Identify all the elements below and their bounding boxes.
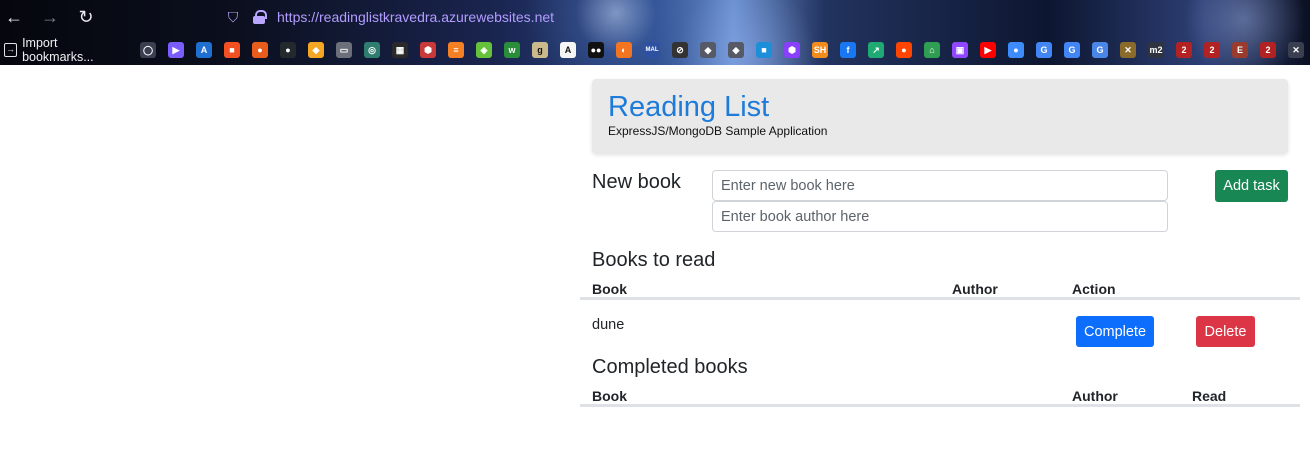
green-cube-icon[interactable]: ◈ <box>476 42 492 58</box>
translate-icon[interactable]: G <box>1092 42 1108 58</box>
google-icon[interactable]: G <box>1036 42 1052 58</box>
two-icon-b[interactable]: 2 <box>1204 42 1220 58</box>
github-icon[interactable]: ● <box>280 42 296 58</box>
bookmarks-bar: → Import bookmarks... ◯ ▶ A ■ ● ● ◆ ▭ ◎ ▦ ⬢ ≡ ◈ w g A ●●… <box>0 36 1310 64</box>
pixel-icon[interactable]: ▦ <box>392 42 408 58</box>
books-to-read-title: Books to read <box>592 249 716 271</box>
import-bookmarks[interactable]: → Import bookmarks... <box>4 36 124 64</box>
google2-icon[interactable]: G <box>1064 42 1080 58</box>
forward-icon[interactable]: → <box>40 7 60 27</box>
red-hex-icon[interactable]: ⬢ <box>420 42 436 58</box>
lock-icon[interactable] <box>253 10 267 24</box>
completed-header-divider <box>580 404 1300 407</box>
url-text[interactable]: https://readinglistkravedra.azurewebsite… <box>277 9 554 25</box>
microsoft-icon[interactable]: ■ <box>224 42 240 58</box>
completed-books-title: Completed books <box>592 356 748 378</box>
header-jumbotron: Reading List ExpressJS/MongoDB Sample Ap… <box>592 79 1288 153</box>
sh-icon[interactable]: SH <box>812 42 828 58</box>
book-title-cell: dune <box>592 317 625 333</box>
page-subtitle: ExpressJS/MongoDB Sample Application <box>608 124 828 138</box>
address-bar[interactable]: ⛉ https://readinglistkravedra.azurewebsi… <box>225 4 625 30</box>
twitch-icon[interactable]: ▣ <box>952 42 968 58</box>
ubisoft-icon[interactable]: ◆ <box>308 42 324 58</box>
goodreads-icon[interactable]: g <box>532 42 548 58</box>
circle-slash-icon[interactable]: ⊘ <box>672 42 688 58</box>
ff2-icon[interactable]: m2 <box>1148 42 1164 58</box>
table-header-divider <box>580 297 1300 300</box>
purple-shield-icon[interactable]: ⬢ <box>784 42 800 58</box>
delete-button[interactable]: Delete <box>1196 316 1255 347</box>
col-book: Book <box>592 281 627 297</box>
medium-icon[interactable]: ●● <box>588 42 604 58</box>
window-icon[interactable]: ▭ <box>336 42 352 58</box>
import-icon: → <box>4 43 18 57</box>
back-icon[interactable]: ← <box>4 7 24 27</box>
new-book-label: New book <box>592 171 681 193</box>
jetbrains-icon[interactable]: ■ <box>756 42 772 58</box>
crunchyroll-icon[interactable]: ◐ <box>616 42 632 58</box>
col-completed-read: Read <box>1192 388 1227 404</box>
page-title: Reading List <box>608 91 770 123</box>
book-title-input[interactable] <box>712 170 1168 201</box>
crossed-icon[interactable]: ✕ <box>1288 42 1304 58</box>
tracking-shield-icon[interactable]: ⛉ <box>225 9 241 25</box>
bing-icon[interactable]: ▶ <box>168 42 184 58</box>
col-author: Author <box>952 281 998 297</box>
cube-grey2-icon[interactable]: ◆ <box>728 42 744 58</box>
archive-icon[interactable]: A <box>560 42 576 58</box>
openai-icon[interactable]: ◎ <box>364 42 380 58</box>
complete-button[interactable]: Complete <box>1076 316 1154 347</box>
azure-icon[interactable]: A <box>196 42 212 58</box>
add-task-button[interactable]: Add task <box>1215 170 1288 202</box>
globe-icon[interactable]: ◯ <box>140 42 156 58</box>
youtube-icon[interactable]: ▶ <box>980 42 996 58</box>
e-icon[interactable]: E <box>1232 42 1248 58</box>
reload-icon[interactable]: ↻ <box>76 7 96 27</box>
two-icon-a[interactable]: 2 <box>1176 42 1192 58</box>
two-icon-c[interactable]: 2 <box>1260 42 1276 58</box>
green-arrow-icon[interactable]: ↗ <box>868 42 884 58</box>
orange-bookmark-icon[interactable]: ● <box>252 42 268 58</box>
mal-icon[interactable]: MAL <box>644 42 660 58</box>
game-crest-icon[interactable]: ✕ <box>1120 42 1136 58</box>
import-bookmarks-label: Import bookmarks... <box>22 36 94 64</box>
col-action: Action <box>1072 281 1116 297</box>
col-completed-author: Author <box>1072 388 1118 404</box>
col-completed-book: Book <box>592 388 627 404</box>
book-author-input[interactable] <box>712 201 1168 232</box>
stackoverflow-icon[interactable]: ≡ <box>448 42 464 58</box>
reddit-icon[interactable]: ● <box>896 42 912 58</box>
facebook-icon[interactable]: f <box>840 42 856 58</box>
drop-icon[interactable]: ● <box>1008 42 1024 58</box>
browser-chrome: ← → ↻ ⛉ https://readinglistkravedra.azur… <box>0 0 1310 65</box>
home-icon[interactable]: ⌂ <box>924 42 940 58</box>
cube-grey-icon[interactable]: ◆ <box>700 42 716 58</box>
wykop-icon[interactable]: w <box>504 42 520 58</box>
